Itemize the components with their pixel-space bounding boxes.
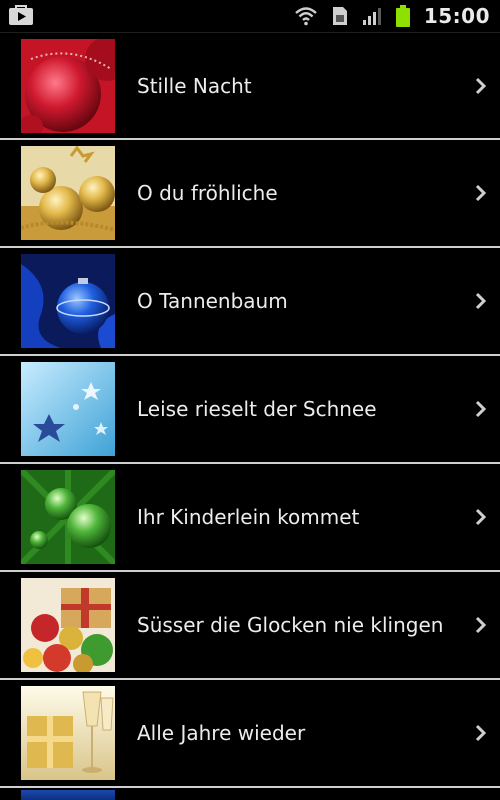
chevron-right-icon [475, 508, 487, 526]
chevron-right-icon [475, 77, 487, 94]
chevron-right-icon [475, 724, 487, 742]
song-thumbnail [21, 578, 115, 672]
list-item[interactable]: Stille Nacht [0, 33, 500, 140]
list-item[interactable]: Leise rieselt der Schnee [0, 356, 500, 464]
song-thumbnail [21, 686, 115, 780]
song-title: Stille Nacht [137, 73, 252, 98]
song-title: Leise rieselt der Schnee [137, 397, 377, 421]
status-bar: 15:00 [0, 0, 500, 33]
song-title: Ihr Kinderlein kommet [137, 505, 360, 529]
chevron-right-icon [475, 400, 487, 418]
list-item[interactable]: Ihr Kinderlein kommet [0, 464, 500, 572]
song-thumbnail [21, 362, 115, 456]
status-clock: 15:00 [423, 4, 490, 28]
song-list[interactable]: Stille Nacht O du fröhliche O Tannenbaum… [0, 33, 500, 788]
song-title: O Tannenbaum [137, 289, 288, 313]
wifi-icon [295, 7, 317, 26]
list-item[interactable]: O Tannenbaum [0, 248, 500, 356]
chevron-right-icon [475, 184, 487, 202]
song-thumbnail-partial [21, 790, 115, 800]
chevron-right-icon [475, 616, 487, 634]
song-title: Süsser die Glocken nie klingen [137, 613, 444, 637]
battery-icon [395, 5, 410, 27]
sim-card-icon [332, 7, 347, 25]
play-store-icon[interactable] [8, 4, 34, 26]
song-thumbnail [21, 254, 115, 348]
song-title: Alle Jahre wieder [137, 721, 306, 745]
song-thumbnail [21, 39, 115, 133]
chevron-right-icon [475, 292, 487, 310]
song-thumbnail [21, 146, 115, 240]
signal-icon [362, 8, 381, 25]
song-title: O du fröhliche [137, 181, 278, 205]
list-item[interactable]: Süsser die Glocken nie klingen [0, 572, 500, 680]
list-item[interactable]: Alle Jahre wieder [0, 680, 500, 788]
song-thumbnail [21, 470, 115, 564]
list-item[interactable]: O du fröhliche [0, 140, 500, 248]
